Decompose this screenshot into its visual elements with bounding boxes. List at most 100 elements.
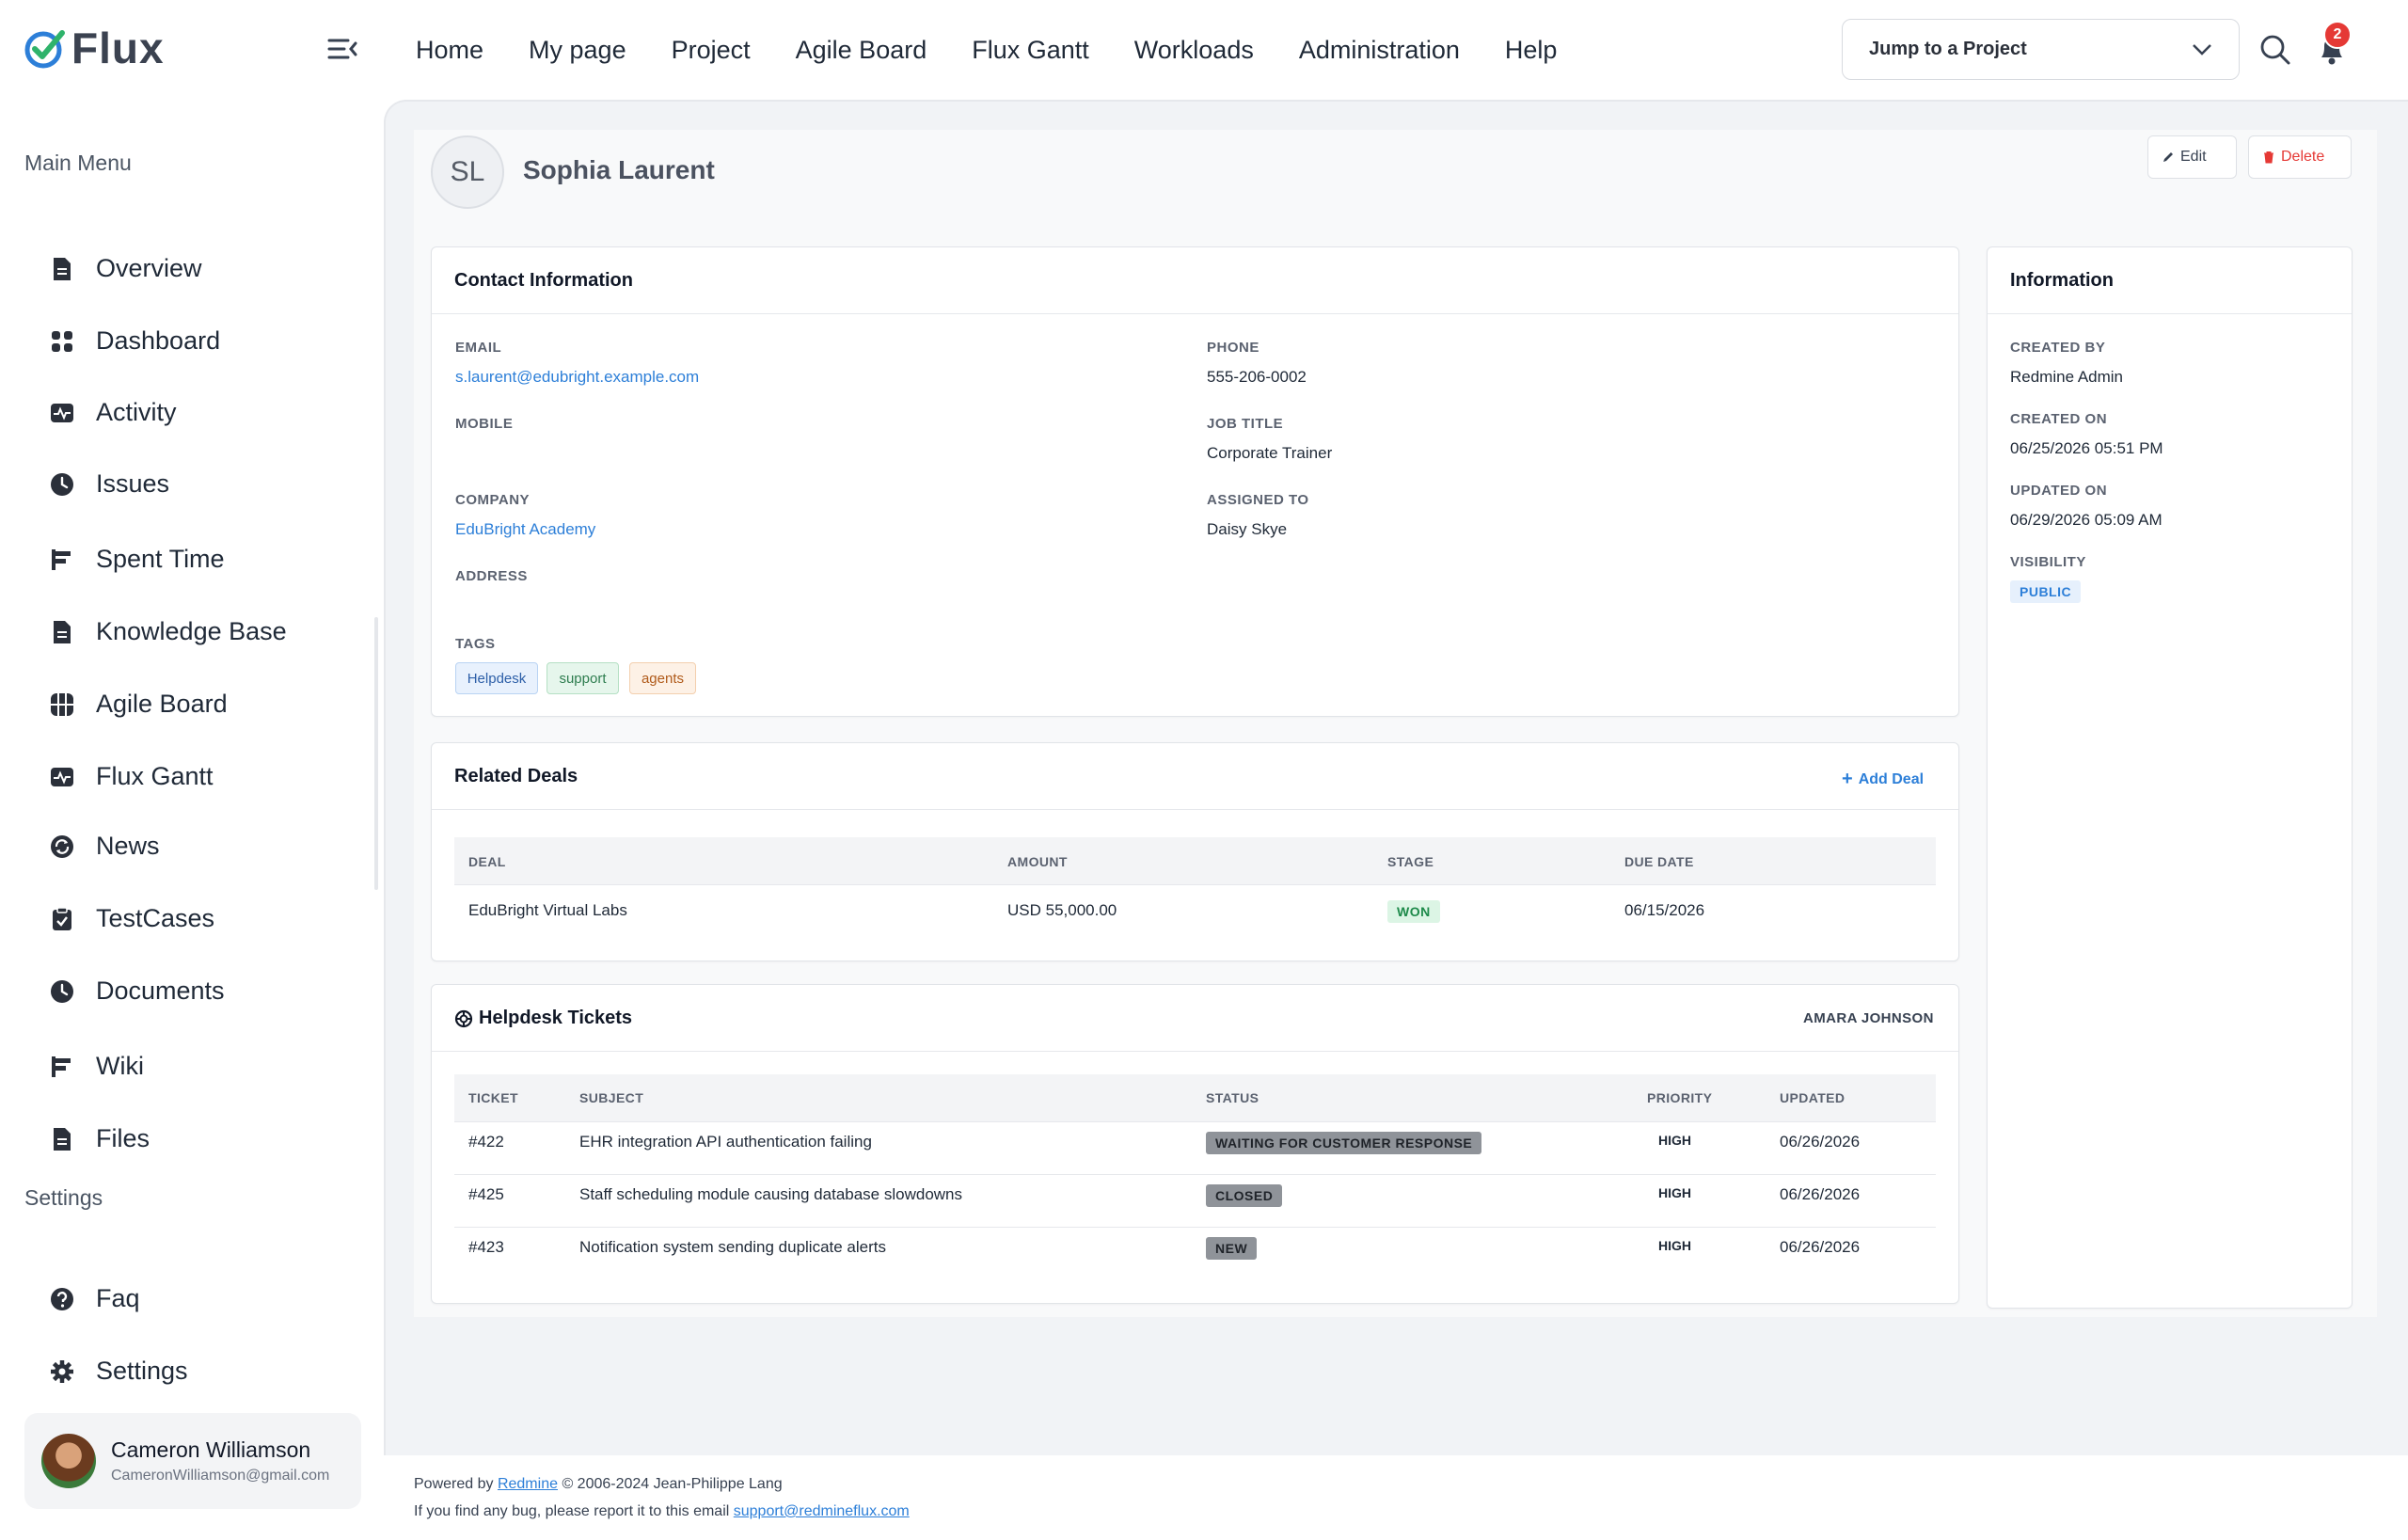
sidebar-item-spent-time[interactable]: Spent Time: [49, 545, 225, 574]
ticket-id-link[interactable]: #423: [468, 1238, 504, 1257]
sidebar-item-settings[interactable]: Settings: [49, 1357, 188, 1386]
document-icon: [54, 257, 71, 280]
user-card[interactable]: Cameron Williamson CameronWilliamson@gma…: [24, 1413, 361, 1509]
redmine-link[interactable]: Redmine: [498, 1476, 558, 1492]
bug-report-text: If you find any bug, please report it to…: [414, 1503, 730, 1519]
ticket-updated: 06/26/2026: [1780, 1238, 1861, 1256]
ticket-subject-link[interactable]: Staff scheduling module causing database…: [579, 1185, 962, 1204]
menu-collapse-icon[interactable]: [327, 36, 357, 62]
company-link[interactable]: EduBright Academy: [455, 520, 595, 539]
created-by-value: Redmine Admin: [2010, 368, 2124, 386]
job-title-value: Corporate Trainer: [1207, 444, 1333, 462]
sidebar-item-overview[interactable]: Overview: [49, 254, 202, 283]
nav-flux-gantt[interactable]: Flux Gantt: [972, 36, 1089, 65]
tag-support[interactable]: support: [547, 662, 619, 694]
sidebar-item-label: Faq: [96, 1284, 140, 1312]
divider: [432, 809, 1958, 810]
deals-col-amount: AMOUNT: [1007, 854, 1068, 869]
sidebar-item-label: Wiki: [96, 1052, 144, 1080]
sidebar-item-label: Dashboard: [96, 326, 221, 355]
sidebar-item-faq[interactable]: Faq: [49, 1284, 140, 1313]
ticket-subject-link[interactable]: EHR integration API authentication faili…: [579, 1133, 872, 1151]
grid-icon: [52, 330, 72, 352]
add-deal-link[interactable]: + Add Deal: [1842, 769, 1924, 790]
divider: [1988, 313, 2352, 314]
tags-label: TAGS: [455, 636, 496, 652]
nav-administration[interactable]: Administration: [1299, 36, 1460, 65]
address-label: ADDRESS: [455, 568, 528, 584]
ticket-priority: HIGH: [1658, 1133, 1691, 1148]
add-deal-label: Add Deal: [1858, 770, 1925, 787]
sidebar-item-knowledge-base[interactable]: Knowledge Base: [49, 617, 287, 646]
ticket-id-link[interactable]: #425: [468, 1185, 504, 1204]
tag-agents[interactable]: agents: [629, 662, 696, 694]
company-label: COMPANY: [455, 492, 531, 508]
sidebar-item-flux-gantt[interactable]: Flux Gantt: [49, 762, 214, 791]
divider: [454, 884, 1936, 885]
sidebar-item-agile-board[interactable]: Agile Board: [49, 690, 228, 719]
powered-by-line: Powered by Redmine © 2006-2024 Jean-Phil…: [414, 1476, 783, 1493]
clock-icon: [51, 979, 73, 1003]
bars-icon: [52, 1056, 71, 1077]
nav-project[interactable]: Project: [672, 36, 751, 65]
ticket-subject-link[interactable]: Notification system sending duplicate al…: [579, 1238, 886, 1257]
check-logo-icon: [24, 30, 65, 69]
avatar: [41, 1434, 96, 1488]
tickets-assignee: AMARA JOHNSON: [1803, 1010, 1934, 1026]
settings-heading: Settings: [24, 1185, 103, 1210]
sidebar-item-files[interactable]: Files: [49, 1124, 150, 1153]
tickets-table-header: [454, 1074, 1936, 1121]
ticket-id-link[interactable]: #422: [468, 1133, 504, 1151]
main-menu-heading: Main Menu: [24, 151, 132, 175]
sidebar-item-issues[interactable]: Issues: [49, 469, 169, 499]
deals-col-deal: DEAL: [468, 854, 506, 869]
bars-icon: [52, 548, 71, 570]
ticket-priority: HIGH: [1658, 1238, 1691, 1253]
lifebuoy-icon: [454, 1009, 473, 1027]
app-logo[interactable]: Flux: [24, 23, 165, 73]
visibility-label: VISIBILITY: [2010, 554, 2086, 570]
support-email-link[interactable]: support@redmineflux.com: [734, 1503, 910, 1519]
sidebar-scrollbar[interactable]: [374, 617, 378, 890]
sidebar-item-dashboard[interactable]: Dashboard: [49, 326, 220, 356]
created-on-label: CREATED ON: [2010, 411, 2108, 427]
nav-agile-board[interactable]: Agile Board: [796, 36, 927, 65]
ticket-status-badge: NEW: [1206, 1237, 1258, 1260]
sidebar-item-label: Files: [96, 1124, 150, 1152]
information-title: Information: [2010, 270, 2114, 291]
delete-button[interactable]: Delete: [2248, 135, 2352, 179]
gear-icon: [51, 1359, 73, 1383]
document-icon: [54, 1127, 71, 1151]
sidebar-item-activity[interactable]: Activity: [49, 398, 177, 427]
board-icon: [51, 692, 73, 716]
tag-helpdesk[interactable]: Helpdesk: [455, 662, 538, 694]
created-by-label: CREATED BY: [2010, 340, 2106, 356]
divider: [432, 1051, 1958, 1052]
edit-button[interactable]: Edit: [2147, 135, 2237, 179]
sidebar-item-label: Issues: [96, 469, 170, 498]
sidebar-item-testcases[interactable]: TestCases: [49, 904, 214, 933]
contact-info-card: Contact Information: [431, 246, 1959, 717]
sidebar-item-label: Documents: [96, 976, 225, 1005]
deals-table-header: [454, 837, 1936, 884]
visibility-badge: PUBLIC: [2010, 580, 2082, 603]
sidebar-item-label: Overview: [96, 254, 202, 282]
email-link[interactable]: s.laurent@edubright.example.com: [455, 368, 699, 387]
sidebar-item-documents[interactable]: Documents: [49, 976, 225, 1006]
nav-my-page[interactable]: My page: [529, 36, 626, 65]
sidebar-item-wiki[interactable]: Wiki: [49, 1052, 144, 1081]
nav-home[interactable]: Home: [416, 36, 483, 65]
sidebar-item-label: Spent Time: [96, 545, 225, 573]
app-name: Flux: [71, 24, 165, 72]
assigned-to-value: Daisy Skye: [1207, 520, 1288, 538]
sidebar-item-news[interactable]: News: [49, 832, 160, 861]
nav-help[interactable]: Help: [1505, 36, 1558, 65]
jump-label: Jump to a Project: [1869, 39, 2027, 59]
nav-workloads[interactable]: Workloads: [1134, 36, 1254, 65]
search-icon[interactable]: [2259, 34, 2291, 66]
footer: Powered by Redmine © 2006-2024 Jean-Phil…: [384, 1455, 2408, 1540]
tickets-col-status: STATUS: [1206, 1090, 1259, 1105]
deal-link[interactable]: EduBright Virtual Labs: [468, 901, 627, 920]
jump-to-project-select[interactable]: Jump to a Project: [1842, 19, 2240, 80]
chevron-down-icon: [2193, 43, 2211, 56]
